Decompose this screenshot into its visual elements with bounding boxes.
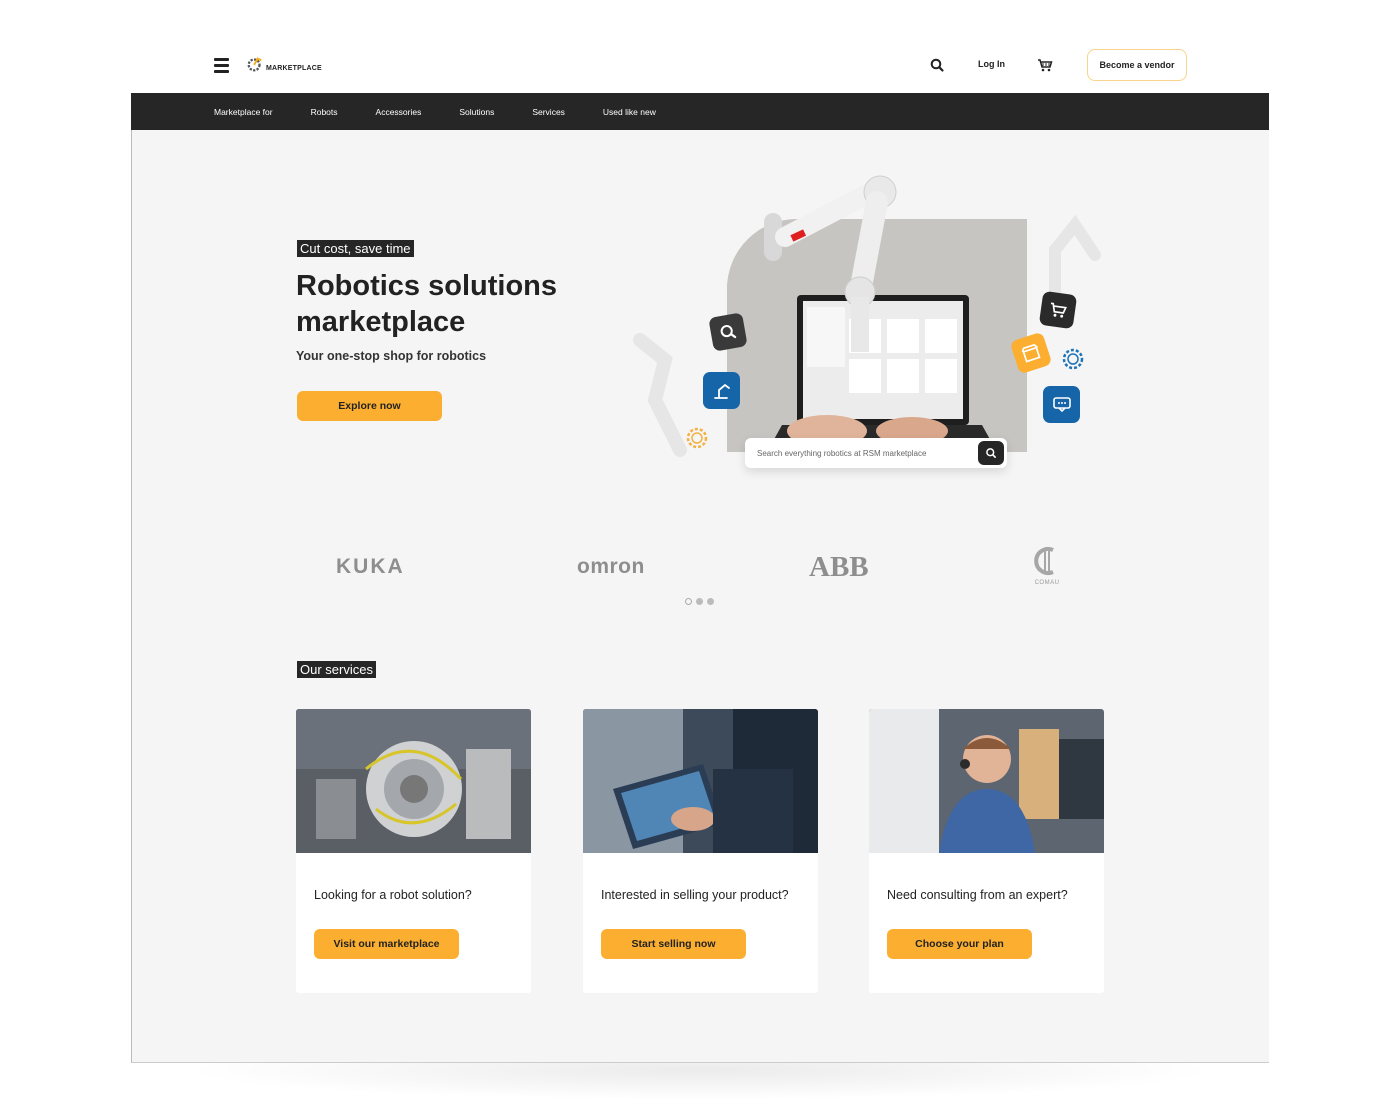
brand-kuka[interactable]: KUKA bbox=[336, 555, 405, 579]
comau-logo-icon bbox=[1034, 547, 1054, 575]
service-card-image bbox=[296, 709, 531, 853]
chat-icon bbox=[1043, 386, 1080, 423]
hero-search-button[interactable] bbox=[978, 441, 1004, 465]
logo-text: MARKETPLACE bbox=[266, 64, 322, 72]
main-nav: Marketplace for Robots Accessories Solut… bbox=[131, 93, 1269, 130]
carousel-dot-3[interactable] bbox=[707, 598, 714, 605]
robot-arm-icon bbox=[703, 372, 740, 409]
nav-item-marketplace-for[interactable]: Marketplace for bbox=[214, 107, 273, 117]
hero-tag: Cut cost, save time bbox=[297, 240, 414, 257]
menu-icon[interactable] bbox=[214, 58, 229, 73]
gear-icon bbox=[685, 426, 709, 450]
logo[interactable]: MARKETPLACE bbox=[246, 52, 322, 76]
carousel-dot-1[interactable] bbox=[685, 598, 692, 605]
service-card-consulting: Need consulting from an expert? Choose y… bbox=[869, 709, 1104, 993]
visit-marketplace-button[interactable]: Visit our marketplace bbox=[314, 929, 459, 959]
carousel-dot-2[interactable] bbox=[696, 598, 703, 605]
choose-plan-button[interactable]: Choose your plan bbox=[887, 929, 1032, 959]
hero-subtitle: Your one-stop shop for robotics bbox=[296, 349, 487, 363]
service-card-image bbox=[869, 709, 1104, 853]
services-tag: Our services bbox=[297, 661, 376, 678]
search-icon[interactable] bbox=[929, 57, 945, 73]
brand-comau-text: COMAU bbox=[1034, 580, 1060, 586]
service-card-robot-solution: Looking for a robot solution? Visit our … bbox=[296, 709, 531, 993]
search-icon bbox=[708, 312, 748, 352]
nav-item-accessories[interactable]: Accessories bbox=[376, 107, 422, 117]
hero-title: Robotics solutions marketplace bbox=[296, 270, 557, 338]
service-card-title: Interested in selling your product? bbox=[601, 888, 789, 902]
nav-item-used-like-new[interactable]: Used like new bbox=[603, 107, 656, 117]
nav-item-solutions[interactable]: Solutions bbox=[459, 107, 494, 117]
hero-search-input[interactable] bbox=[745, 448, 965, 458]
service-card-selling: Interested in selling your product? Star… bbox=[583, 709, 818, 993]
robot-arm-image bbox=[764, 175, 897, 352]
brand-comau-logo[interactable]: COMAU bbox=[1028, 545, 1066, 591]
header: MARKETPLACE Log In Become a vendor bbox=[131, 40, 1269, 93]
logo-gear-icon bbox=[247, 57, 262, 72]
start-selling-button[interactable]: Start selling now bbox=[601, 929, 746, 959]
hero-search-bar bbox=[745, 438, 1007, 468]
nav-item-services[interactable]: Services bbox=[532, 107, 565, 117]
cart-icon[interactable] bbox=[1037, 57, 1053, 73]
brand-carousel-dots bbox=[685, 598, 714, 605]
login-link[interactable]: Log In bbox=[978, 59, 1005, 69]
brand-abb[interactable]: ABB bbox=[809, 551, 869, 584]
brand-omron[interactable]: OMRON bbox=[577, 555, 645, 579]
nav-item-robots[interactable]: Robots bbox=[311, 107, 338, 117]
become-vendor-button[interactable]: Become a vendor bbox=[1087, 49, 1187, 81]
cart-icon bbox=[1038, 290, 1078, 330]
service-card-title: Looking for a robot solution? bbox=[314, 888, 472, 902]
search-icon bbox=[986, 448, 996, 458]
explore-now-button[interactable]: Explore now bbox=[297, 391, 442, 421]
gear-icon bbox=[1061, 347, 1085, 371]
service-card-title: Need consulting from an expert? bbox=[887, 888, 1068, 902]
service-card-image bbox=[583, 709, 818, 853]
